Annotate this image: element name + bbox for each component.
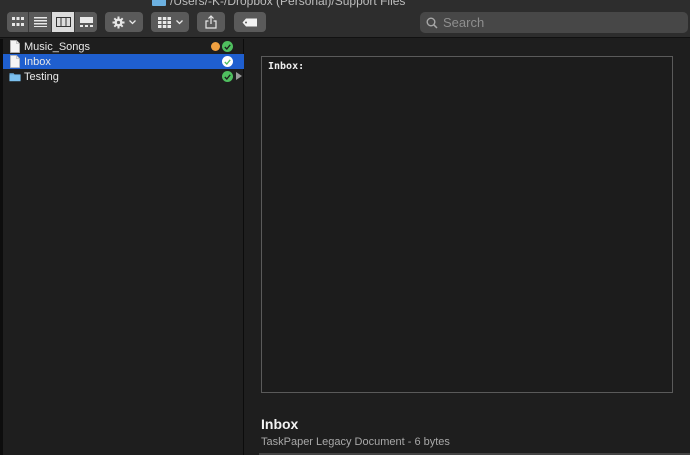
file-name: Testing xyxy=(24,70,59,83)
group-icon xyxy=(157,16,171,28)
chevron-down-icon xyxy=(129,19,136,24)
icon-view-button[interactable] xyxy=(7,12,29,32)
list-view-icon xyxy=(33,17,47,27)
column-view-icon xyxy=(55,17,71,27)
toolbar: /Users/-K-/Dropbox (Personal)/Support Fi… xyxy=(0,0,690,38)
preview-file-kind: TaskPaper Legacy Document - 6 bytes xyxy=(261,436,450,448)
action-menu[interactable] xyxy=(105,12,143,32)
preview-content: Inbox: xyxy=(268,61,305,72)
share-icon xyxy=(205,15,217,29)
tag-icon xyxy=(242,18,257,26)
group-menu[interactable] xyxy=(151,12,189,32)
column-view-button[interactable] xyxy=(52,12,75,32)
status-dot xyxy=(211,42,220,51)
preview-file-name: Inbox xyxy=(261,416,299,432)
tags-control[interactable] xyxy=(234,12,266,32)
icon-view-icon xyxy=(11,17,24,26)
list-view-button[interactable] xyxy=(29,12,52,32)
gear-icon xyxy=(112,16,125,28)
disclosure-arrow-icon[interactable] xyxy=(236,72,242,80)
document-icon xyxy=(9,40,21,54)
file-name: Inbox xyxy=(24,55,51,68)
file-row-inbox[interactable]: Inbox xyxy=(3,54,244,69)
sync-check-icon xyxy=(222,71,233,82)
file-row-testing[interactable]: Testing xyxy=(3,69,244,84)
sync-check-icon xyxy=(222,41,233,52)
search-field[interactable] xyxy=(420,12,688,33)
action-menu-button[interactable] xyxy=(105,12,143,32)
group-menu-button[interactable] xyxy=(151,12,189,32)
share-control[interactable] xyxy=(197,12,225,32)
file-column: Music_Songs Inbox Testing xyxy=(3,39,244,455)
window-title-text: /Users/-K-/Dropbox (Personal)/Support Fi… xyxy=(170,0,406,8)
document-icon xyxy=(9,55,21,69)
folder-icon xyxy=(152,0,166,6)
gallery-view-button[interactable] xyxy=(75,12,97,32)
gallery-view-icon xyxy=(79,17,93,27)
view-mode-control xyxy=(7,12,97,32)
share-button[interactable] xyxy=(197,12,225,32)
file-preview: Inbox: xyxy=(261,56,673,393)
file-row-music-songs[interactable]: Music_Songs xyxy=(3,39,244,54)
chevron-down-icon xyxy=(175,19,183,24)
search-input[interactable] xyxy=(443,15,673,30)
window-title: /Users/-K-/Dropbox (Personal)/Support Fi… xyxy=(152,0,405,8)
sync-check-icon xyxy=(222,56,233,67)
file-name: Music_Songs xyxy=(24,40,91,53)
tags-button[interactable] xyxy=(234,12,266,32)
folder-icon xyxy=(9,70,21,84)
search-icon xyxy=(426,17,438,29)
preview-pane: Inbox: Inbox TaskPaper Legacy Document -… xyxy=(245,39,690,455)
